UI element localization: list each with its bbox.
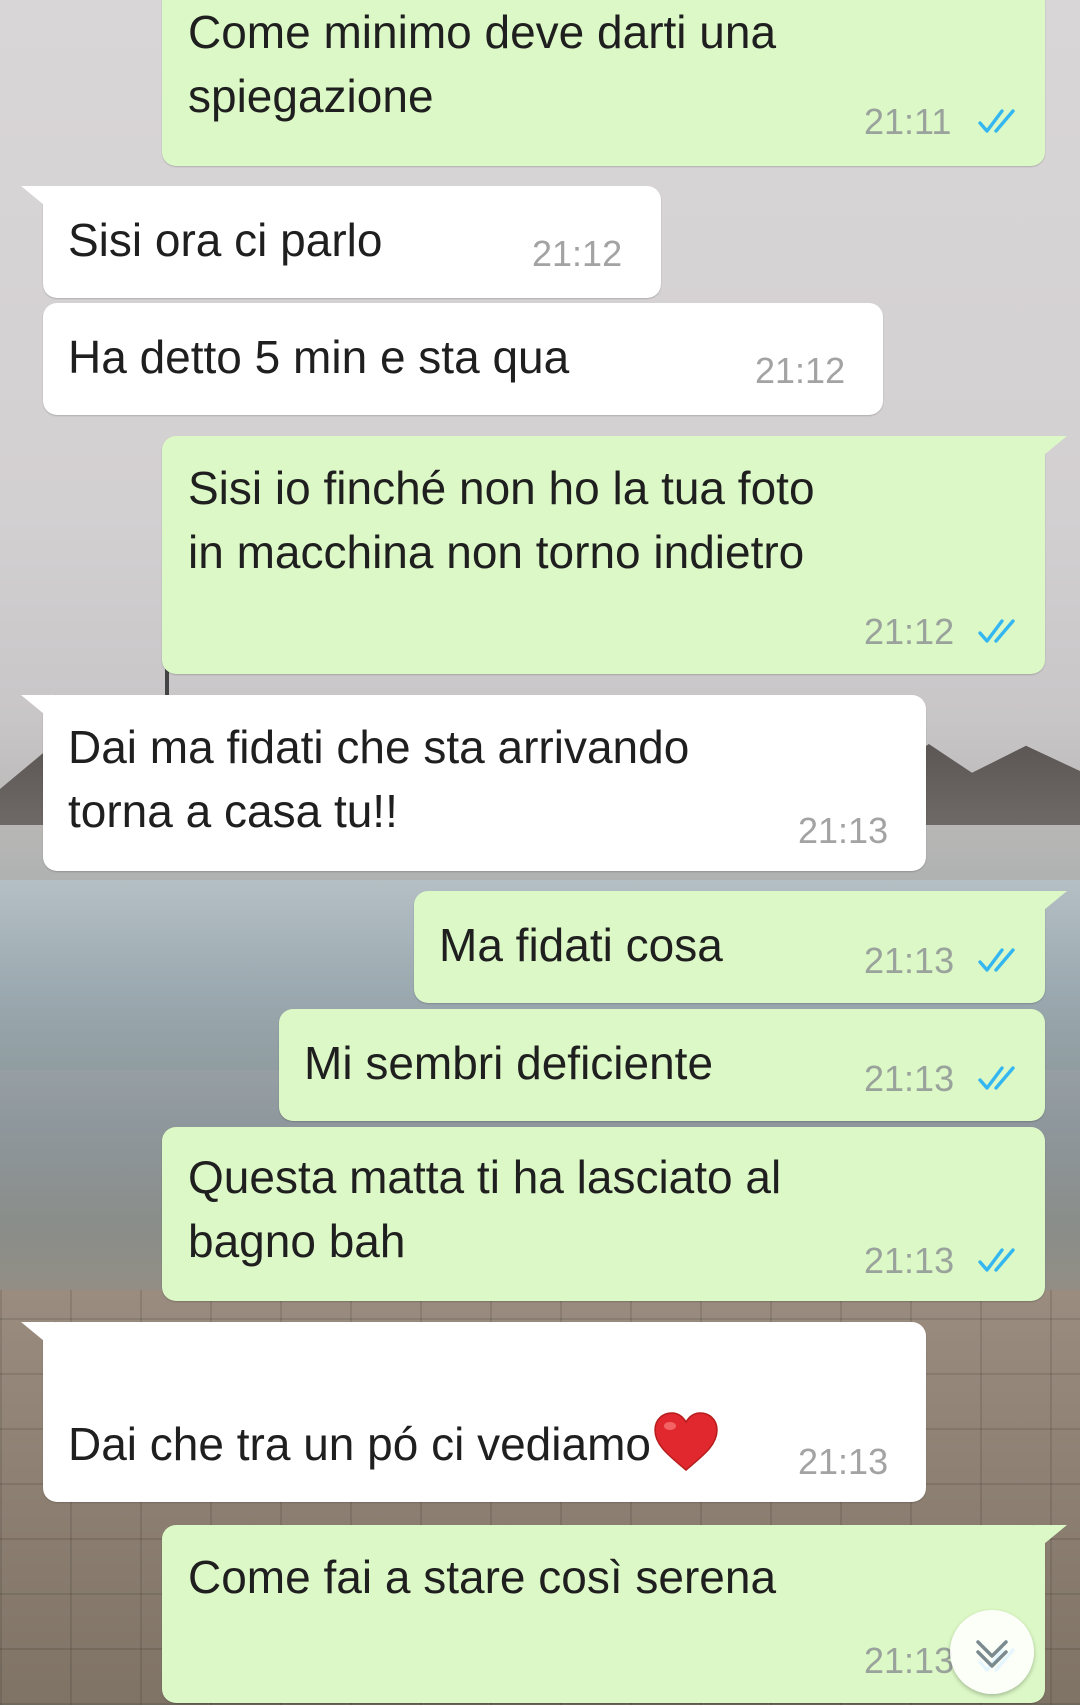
message-text: Come minimo deve darti una spiegazione [188, 6, 777, 122]
message-time: 21:13 [798, 810, 889, 851]
message-bubble-outgoing[interactable]: Questa matta ti ha lasciato al bagno bah… [162, 1127, 1045, 1301]
message-time: 21:12 [755, 350, 846, 391]
message-time: 21:13 [864, 1640, 955, 1681]
message-bubble-incoming[interactable]: Dai ma fidati che sta arrivando torna a … [21, 695, 926, 871]
double-check-icon [978, 948, 1015, 972]
message-text: Sisi ora ci parlo [68, 214, 383, 266]
chevron-down-icon [976, 1640, 1008, 1668]
message-time: 21:11 [864, 101, 952, 142]
double-check-icon [978, 1066, 1015, 1090]
message-bubble-outgoing[interactable]: Sisi io finché non ho la tua foto in mac… [162, 436, 1067, 674]
message-text: Ma fidati cosa [439, 919, 723, 971]
message-bubble-incoming[interactable]: Dai che tra un pó ci vediamo 21:13 [21, 1322, 926, 1502]
message-bubble-outgoing[interactable]: Come minimo deve darti una spiegazione 2… [162, 0, 1045, 166]
double-check-icon [978, 619, 1015, 643]
message-text: Ha detto 5 min e sta qua [68, 331, 570, 383]
message-text-wrapper: Dai che tra un pó ci vediamo [68, 1346, 721, 1476]
message-bubble-incoming[interactable]: Sisi ora ci parlo 21:12 [21, 186, 661, 298]
message-text: Questa matta ti ha lasciato al bagno bah [188, 1151, 782, 1267]
message-time: 21:13 [864, 1240, 955, 1281]
message-text: Sisi io finché non ho la tua foto in mac… [188, 462, 815, 578]
double-check-icon [978, 109, 1015, 133]
red-heart-emoji [654, 1412, 718, 1471]
message-bubble-outgoing[interactable]: Ma fidati cosa 21:13 [414, 891, 1067, 1003]
scroll-to-bottom-button[interactable] [950, 1610, 1034, 1694]
message-time: 21:13 [798, 1441, 889, 1482]
message-time: 21:12 [864, 611, 955, 652]
message-text: Come fai a stare così serena [188, 1551, 777, 1603]
message-time: 21:12 [532, 233, 623, 274]
message-bubble-outgoing[interactable]: Mi sembri deficiente 21:13 [279, 1009, 1045, 1121]
message-time: 21:13 [864, 1058, 955, 1099]
message-text: Dai ma fidati che sta arrivando torna a … [68, 721, 690, 837]
double-check-icon [978, 1248, 1015, 1272]
message-text: Dai che tra un pó ci vediamo [68, 1418, 651, 1470]
message-time: 21:13 [864, 940, 955, 981]
message-bubble-outgoing[interactable]: Come fai a stare così serena 21:13 [162, 1525, 1067, 1703]
message-bubble-incoming[interactable]: Ha detto 5 min e sta qua 21:12 [43, 303, 883, 415]
message-text: Mi sembri deficiente [304, 1037, 714, 1089]
